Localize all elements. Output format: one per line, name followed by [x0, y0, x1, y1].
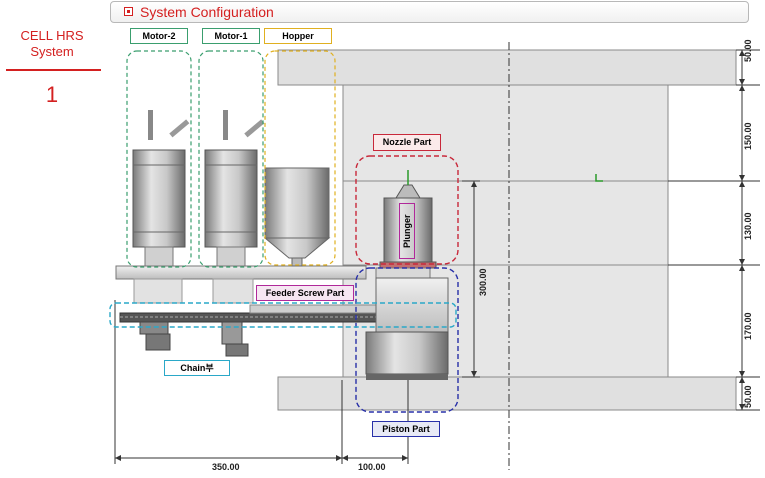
dim-right-130: 130.00: [743, 212, 753, 240]
top-plate: [277, 49, 737, 86]
dim-350: 350.00: [212, 462, 240, 472]
sprocket-left: [139, 321, 171, 351]
dim-right-50-top: 50.00: [743, 39, 753, 62]
feeder-screw-tag: Feeder Screw Part: [256, 285, 354, 301]
piston-part-tag: Piston Part: [372, 421, 440, 437]
nozzle-part-tag: Nozzle Part: [373, 134, 441, 151]
motor-2-body: [132, 110, 190, 267]
dim-300: 300.00: [478, 268, 488, 296]
plunger-label: Plunger: [399, 203, 415, 259]
bottom-plate: [277, 376, 737, 411]
dim-right-50-bottom: 50.00: [743, 385, 753, 408]
hopper-body: [263, 167, 331, 267]
plate-150: [342, 84, 669, 182]
piston-assembly: [365, 267, 449, 380]
motor-1-tag: Motor-1: [202, 28, 260, 44]
chain-tag: Chain부: [164, 360, 230, 376]
dim-right-170: 170.00: [743, 312, 753, 340]
dim-right-150: 150.00: [743, 122, 753, 150]
hopper-tag: Hopper: [264, 28, 332, 44]
system-diagram: [109, 42, 760, 470]
dim-100: 100.00: [358, 462, 386, 472]
motor-2-tag: Motor-2: [130, 28, 188, 44]
base-platform: [115, 265, 367, 280]
motor-1-body: [204, 110, 265, 267]
feeder-screw: [249, 304, 381, 314]
